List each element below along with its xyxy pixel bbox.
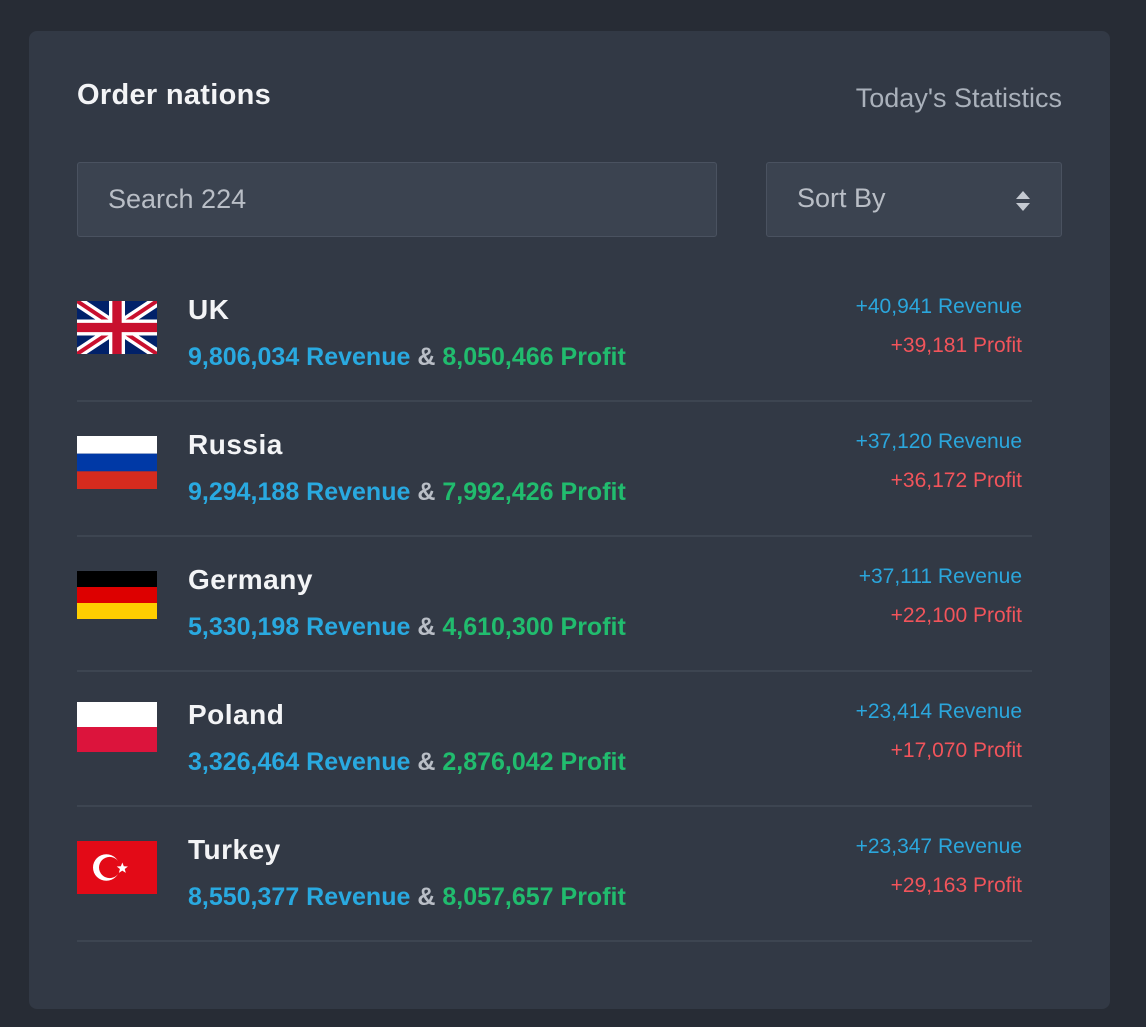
- country-totals: 5,330,198 Revenue & 4,610,300 Profit: [188, 613, 626, 642]
- profit-delta: +17,070 Profit: [890, 739, 1022, 762]
- country-list: UK 9,806,034 Revenue & 8,050,466 Profit …: [77, 267, 1032, 942]
- russia-flag-icon: [77, 436, 157, 489]
- revenue-delta: +23,347 Revenue: [855, 835, 1022, 858]
- list-item[interactable]: Germany 5,330,198 Revenue & 4,610,300 Pr…: [77, 537, 1032, 672]
- germany-flag-icon: [77, 571, 157, 619]
- list-item[interactable]: UK 9,806,034 Revenue & 8,050,466 Profit …: [77, 267, 1032, 402]
- country-name: Poland: [188, 699, 285, 730]
- country-totals: 9,294,188 Revenue & 7,992,426 Profit: [188, 478, 626, 507]
- revenue-delta: +37,111 Revenue: [858, 565, 1022, 588]
- turkey-flag-icon: [77, 841, 157, 894]
- profit-delta: +39,181 Profit: [890, 334, 1022, 357]
- country-totals: 9,806,034 Revenue & 8,050,466 Profit: [188, 343, 626, 372]
- connector: &: [417, 478, 436, 506]
- connector: &: [417, 613, 436, 641]
- country-totals: 3,326,464 Revenue & 2,876,042 Profit: [188, 748, 626, 777]
- card-title: Order nations: [77, 79, 272, 111]
- country-name: Turkey: [188, 834, 281, 865]
- total-revenue: 3,326,464 Revenue: [188, 748, 411, 776]
- revenue-delta: +40,941 Revenue: [855, 295, 1022, 318]
- total-profit: 4,610,300 Profit: [442, 613, 626, 641]
- sort-by-select[interactable]: Sort By: [766, 162, 1062, 237]
- total-revenue: 8,550,377 Revenue: [188, 883, 411, 911]
- total-profit: 8,057,657 Profit: [442, 883, 626, 911]
- connector: &: [417, 343, 436, 371]
- total-revenue: 9,806,034 Revenue: [188, 343, 411, 371]
- list-item[interactable]: Poland 3,326,464 Revenue & 2,876,042 Pro…: [77, 672, 1032, 807]
- country-name: Germany: [188, 564, 313, 595]
- order-nations-card: Order nations Today's Statistics Sort By…: [29, 31, 1110, 1009]
- list-item[interactable]: Turkey 8,550,377 Revenue & 8,057,657 Pro…: [77, 807, 1032, 942]
- revenue-delta: +23,414 Revenue: [855, 700, 1022, 723]
- total-revenue: 9,294,188 Revenue: [188, 478, 411, 506]
- search-input[interactable]: [77, 162, 717, 237]
- list-item[interactable]: Russia 9,294,188 Revenue & 7,992,426 Pro…: [77, 402, 1032, 537]
- sort-arrows-icon: [1016, 191, 1030, 211]
- total-profit: 2,876,042 Profit: [442, 748, 626, 776]
- sort-by-label: Sort By: [797, 183, 886, 213]
- revenue-delta: +37,120 Revenue: [855, 430, 1022, 453]
- card-subtitle[interactable]: Today's Statistics: [856, 83, 1062, 114]
- total-profit: 7,992,426 Profit: [442, 478, 626, 506]
- profit-delta: +36,172 Profit: [890, 469, 1022, 492]
- uk-flag-icon: [77, 301, 157, 354]
- connector: &: [417, 748, 436, 776]
- profit-delta: +22,100 Profit: [890, 604, 1022, 627]
- total-profit: 8,050,466 Profit: [442, 343, 626, 371]
- country-name: UK: [188, 294, 230, 325]
- poland-flag-icon: [77, 702, 157, 752]
- connector: &: [417, 883, 436, 911]
- profit-delta: +29,163 Profit: [890, 874, 1022, 897]
- country-name: Russia: [188, 429, 283, 460]
- country-totals: 8,550,377 Revenue & 8,057,657 Profit: [188, 883, 626, 912]
- total-revenue: 5,330,198 Revenue: [188, 613, 411, 641]
